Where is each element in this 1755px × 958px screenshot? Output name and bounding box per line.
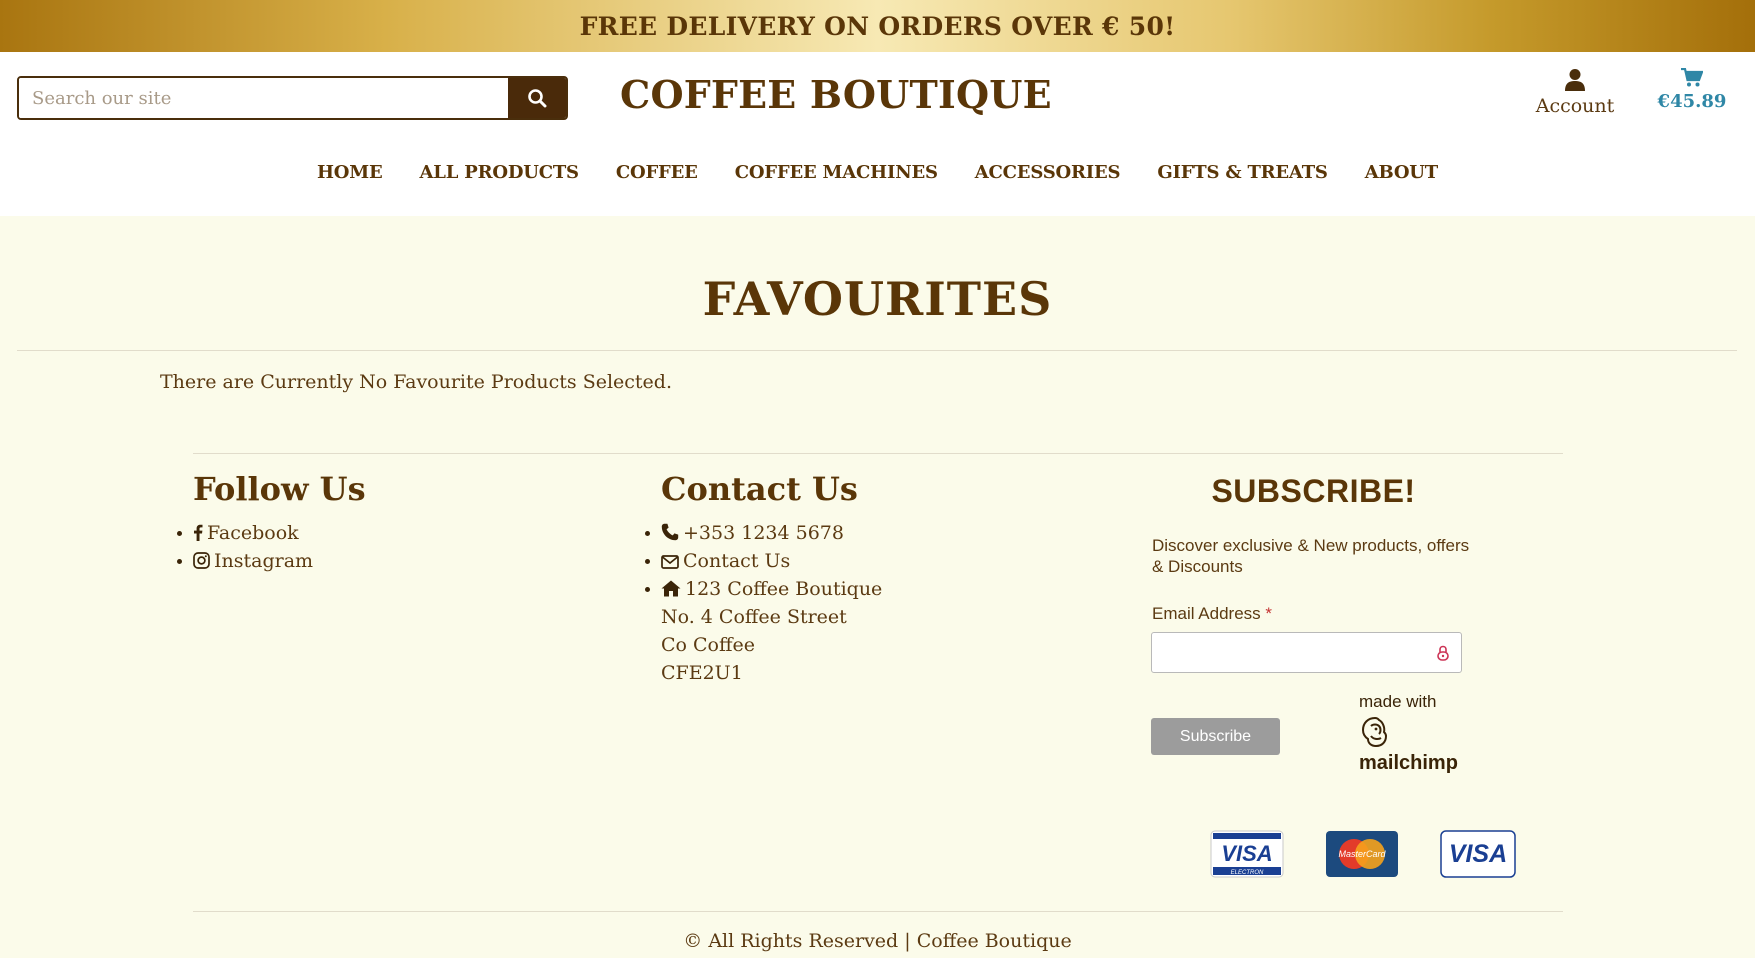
contact-link-label: Contact Us	[683, 550, 791, 572]
visa-electron-text: VISA	[1221, 841, 1272, 866]
list-item: Co Coffee	[661, 631, 882, 659]
search-icon	[528, 89, 547, 108]
account-link[interactable]: Account	[1530, 68, 1620, 117]
follow-us-heading: Follow Us	[193, 470, 366, 508]
footer-separator: |	[904, 930, 911, 952]
contact-us-heading: Contact Us	[661, 470, 858, 508]
address-line: CFE2U1	[661, 662, 743, 684]
facebook-link[interactable]: Facebook	[193, 522, 299, 544]
instagram-icon	[193, 552, 210, 569]
rights-text: All Rights Reserved	[708, 930, 899, 952]
mailchimp-freddie-icon	[1361, 716, 1388, 748]
address-line: Co Coffee	[661, 634, 755, 656]
mastercard-text: MasterCard	[1338, 849, 1386, 859]
list-item: +353 1234 5678	[644, 519, 882, 547]
nav-coffee-machines[interactable]: COFFEE MACHINES	[735, 162, 938, 192]
subscribe-description: Discover exclusive & New products, offer…	[1152, 536, 1470, 576]
account-label: Account	[1535, 95, 1615, 117]
contact-email-link[interactable]: Contact Us	[661, 550, 790, 572]
instagram-label: Instagram	[214, 550, 314, 572]
empty-favourites-message: There are Currently No Favourite Product…	[160, 371, 673, 393]
mailchimp-text: mailchimp	[1359, 752, 1458, 774]
subscribe-button[interactable]: Subscribe	[1151, 718, 1280, 755]
address-line: No. 4 Coffee Street	[661, 606, 847, 628]
email-label-text: Email Address	[1152, 604, 1261, 623]
shopping-cart-icon	[1681, 68, 1703, 87]
list-item: Instagram	[176, 547, 313, 575]
list-item: Contact Us	[644, 547, 882, 575]
nav-all-products[interactable]: ALL PRODUCTS	[420, 162, 580, 192]
main-navigation: HOME ALL PRODUCTS COFFEE COFFEE MACHINES…	[0, 162, 1755, 192]
contact-list: +353 1234 5678 Contact Us 123 Coffee Bou…	[644, 519, 883, 687]
phone-number: +353 1234 5678	[683, 522, 844, 544]
site-header: COFFEE BOUTIQUE Account €45.89 HOME ALL …	[0, 52, 1755, 216]
search-input[interactable]	[19, 78, 508, 118]
divider	[17, 350, 1737, 351]
visa-electron-card-icon: VISA ELECTRON	[1210, 830, 1284, 878]
password-manager-icon[interactable]	[1437, 645, 1449, 661]
copyright-icon: ©	[683, 930, 703, 952]
email-field[interactable]	[1151, 632, 1462, 673]
email-label: Email Address *	[1152, 604, 1272, 624]
phone-link[interactable]: +353 1234 5678	[661, 522, 844, 544]
mailchimp-badge[interactable]: made with mailchimp	[1359, 692, 1458, 775]
facebook-icon	[194, 524, 203, 541]
list-item: Facebook	[176, 519, 313, 547]
envelope-icon	[661, 555, 679, 569]
user-icon	[1565, 69, 1585, 91]
list-item: 123 Coffee Boutique	[644, 575, 883, 603]
nav-about[interactable]: ABOUT	[1365, 162, 1438, 192]
promo-banner: FREE DELIVERY ON ORDERS OVER € 50!	[0, 0, 1755, 52]
page-title: FAVOURITES	[702, 272, 1053, 326]
address-line: 123 Coffee Boutique	[685, 578, 883, 600]
visa-text: VISA	[1449, 840, 1507, 868]
phone-icon	[661, 523, 679, 541]
instagram-link[interactable]: Instagram	[193, 550, 313, 572]
social-links: Facebook Instagram	[176, 519, 313, 575]
footer-company: Coffee Boutique	[916, 930, 1072, 952]
made-with-text: made with	[1359, 692, 1437, 711]
home-icon	[661, 580, 681, 597]
nav-coffee[interactable]: COFFEE	[616, 162, 698, 192]
site-logo[interactable]: COFFEE BOUTIQUE	[620, 72, 1052, 117]
list-item: No. 4 Coffee Street	[661, 603, 882, 631]
cart-total: €45.89	[1657, 91, 1727, 112]
search-form	[17, 76, 568, 120]
list-item: CFE2U1	[661, 659, 882, 687]
nav-home[interactable]: HOME	[317, 162, 383, 192]
cart-link[interactable]: €45.89	[1655, 68, 1729, 112]
mastercard-icon: MasterCard	[1326, 831, 1398, 877]
facebook-label: Facebook	[207, 522, 299, 544]
site-footer: © All Rights Reserved | Coffee Boutique	[0, 930, 1755, 952]
required-mark: *	[1265, 604, 1273, 623]
electron-text: ELECTRON	[1231, 870, 1264, 876]
search-button[interactable]	[508, 78, 566, 118]
divider	[193, 453, 1563, 454]
subscribe-heading: SUBSCRIBE!	[1211, 473, 1416, 509]
visa-card-icon: VISA	[1440, 830, 1516, 878]
divider	[193, 911, 1563, 912]
nav-accessories[interactable]: ACCESSORIES	[975, 162, 1121, 192]
nav-gifts-treats[interactable]: GIFTS & TREATS	[1157, 162, 1328, 192]
promo-text: FREE DELIVERY ON ORDERS OVER € 50!	[579, 11, 1176, 41]
